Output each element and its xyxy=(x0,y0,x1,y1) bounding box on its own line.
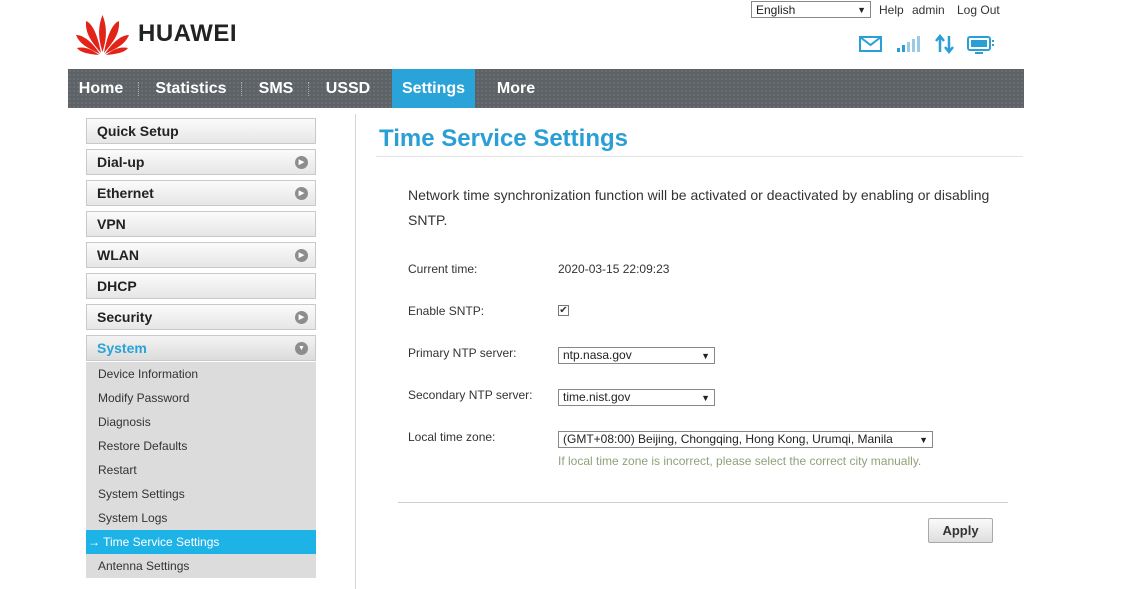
sidebar-item-label: DHCP xyxy=(97,278,137,294)
content-divider xyxy=(355,114,356,589)
huawei-flower-icon xyxy=(76,15,129,55)
submenu-system-logs[interactable]: System Logs xyxy=(86,506,316,530)
nav-divider xyxy=(308,82,310,96)
sidebar-item-label: VPN xyxy=(97,216,126,232)
chevron-down-icon: ▼ xyxy=(857,5,866,15)
sidebar-item-quick-setup[interactable]: Quick Setup xyxy=(86,118,316,144)
expand-arrow-icon: ▶ xyxy=(295,156,308,169)
page-title: Time Service Settings xyxy=(379,125,628,152)
chevron-down-icon: ▼ xyxy=(701,351,710,361)
nav-home[interactable]: Home xyxy=(68,69,134,108)
primary-ntp-select[interactable]: ntp.nasa.gov ▼ xyxy=(558,347,715,364)
sidebar-item-label: Ethernet xyxy=(97,185,154,201)
arrow-right-icon: → xyxy=(88,535,100,549)
language-value: English xyxy=(756,3,796,17)
help-link[interactable]: Help xyxy=(879,3,904,17)
sidebar-item-label: System xyxy=(97,340,147,356)
sidebar-item-dhcp[interactable]: DHCP xyxy=(86,273,316,299)
submenu-diagnosis[interactable]: Diagnosis xyxy=(86,410,316,434)
collapse-arrow-icon: ▼ xyxy=(295,342,308,355)
secondary-ntp-value: time.nist.gov xyxy=(563,390,631,404)
sidebar-item-label: WLAN xyxy=(97,247,139,263)
current-time-label: Current time: xyxy=(408,262,478,276)
sidebar-item-label: Quick Setup xyxy=(97,123,179,139)
page-description: Network time synchronization function wi… xyxy=(408,187,990,228)
submenu-restart[interactable]: Restart xyxy=(86,458,316,482)
nav-sms[interactable]: SMS xyxy=(248,69,304,108)
primary-ntp-label: Primary NTP server: xyxy=(408,346,517,360)
expand-arrow-icon: ▶ xyxy=(295,187,308,200)
sidebar-item-label: Dial-up xyxy=(97,154,145,170)
submenu-antenna-settings[interactable]: Antenna Settings xyxy=(86,554,316,578)
nav-settings[interactable]: Settings xyxy=(392,69,475,108)
submenu-device-information[interactable]: Device Information xyxy=(86,362,316,386)
sidebar-item-ethernet[interactable]: Ethernet ▶ xyxy=(86,180,316,206)
nav-divider xyxy=(138,82,140,96)
title-divider xyxy=(376,156,1023,157)
sidebar-item-security[interactable]: Security ▶ xyxy=(86,304,316,330)
nav-statistics[interactable]: Statistics xyxy=(145,69,237,108)
form-divider xyxy=(398,502,1008,503)
mail-icon[interactable] xyxy=(859,33,883,55)
sidebar-item-label: Security xyxy=(97,309,153,325)
submenu-system-settings[interactable]: System Settings xyxy=(86,482,316,506)
submenu-restore-defaults[interactable]: Restore Defaults xyxy=(86,434,316,458)
user-link[interactable]: admin xyxy=(912,3,945,17)
logout-link[interactable]: Log Out xyxy=(957,3,1000,17)
enable-sntp-checkbox[interactable]: ✔ xyxy=(558,305,569,316)
sidebar-item-vpn[interactable]: VPN xyxy=(86,211,316,237)
secondary-ntp-label: Secondary NTP server: xyxy=(408,388,533,402)
monitor-icon[interactable] xyxy=(966,33,996,55)
chevron-down-icon: ▼ xyxy=(919,435,928,445)
chevron-down-icon: ▼ xyxy=(701,393,710,403)
sidebar-item-dial-up[interactable]: Dial-up ▶ xyxy=(86,149,316,175)
timezone-select[interactable]: (GMT+08:00) Beijing, Chongqing, Hong Kon… xyxy=(558,431,933,448)
signal-icon xyxy=(897,36,920,52)
main-nav: Home Statistics SMS USSD Settings More xyxy=(68,69,1024,108)
apply-button[interactable]: Apply xyxy=(928,518,993,543)
sidebar-item-system[interactable]: System ▼ xyxy=(86,335,316,361)
timezone-value: (GMT+08:00) Beijing, Chongqing, Hong Kon… xyxy=(563,432,893,446)
brand-name: HUAWEI xyxy=(138,20,237,47)
expand-arrow-icon: ▶ xyxy=(295,249,308,262)
expand-arrow-icon: ▶ xyxy=(295,311,308,324)
submenu-label: Time Service Settings xyxy=(103,535,220,549)
huawei-logo: HUAWEI xyxy=(75,13,237,55)
data-transfer-icon xyxy=(935,33,954,55)
nav-divider xyxy=(241,82,243,96)
timezone-label: Local time zone: xyxy=(408,430,496,444)
current-time-value: 2020-03-15 22:09:23 xyxy=(558,262,670,276)
submenu-modify-password[interactable]: Modify Password xyxy=(86,386,316,410)
nav-ussd[interactable]: USSD xyxy=(315,69,381,108)
timezone-hint: If local time zone is incorrect, please … xyxy=(558,454,922,468)
language-select[interactable]: English ▼ xyxy=(751,1,871,18)
sidebar-item-wlan[interactable]: WLAN ▶ xyxy=(86,242,316,268)
submenu-time-service-settings[interactable]: → Time Service Settings xyxy=(86,530,316,554)
secondary-ntp-select[interactable]: time.nist.gov ▼ xyxy=(558,389,715,406)
primary-ntp-value: ntp.nasa.gov xyxy=(563,348,632,362)
enable-sntp-label: Enable SNTP: xyxy=(408,304,485,318)
nav-more[interactable]: More xyxy=(487,69,545,108)
